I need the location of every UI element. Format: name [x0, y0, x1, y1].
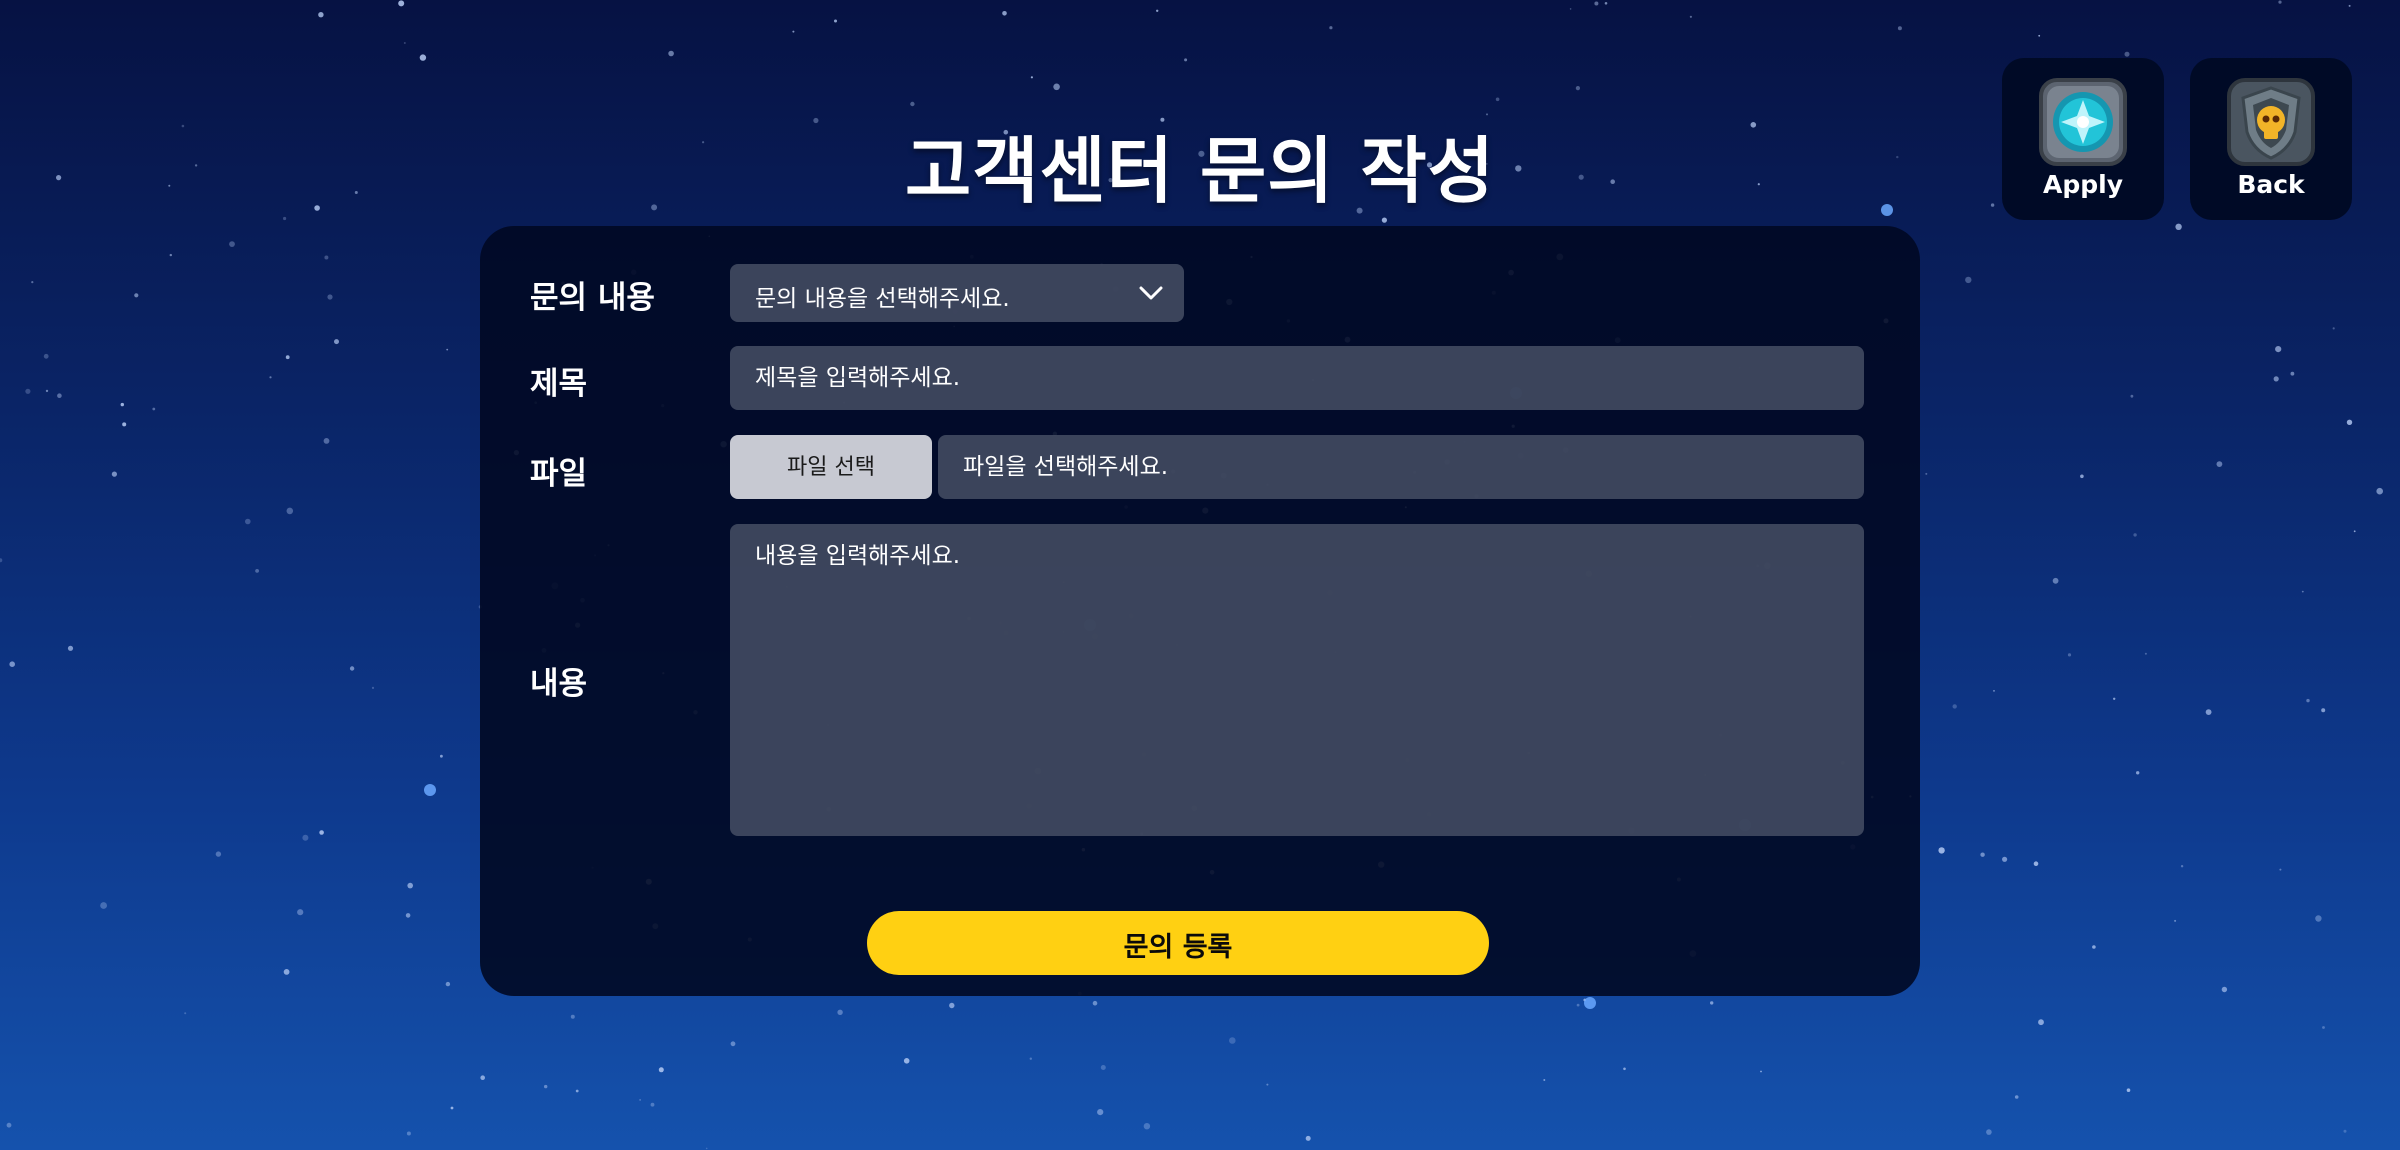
apply-button-label: Apply — [2042, 170, 2123, 199]
chevron-down-icon — [1139, 286, 1163, 300]
back-button-label: Back — [2237, 170, 2305, 199]
content-textarea[interactable] — [730, 524, 1864, 836]
subject-label: 제목 — [530, 366, 588, 402]
content-field-container — [730, 524, 1864, 836]
apply-button[interactable]: Apply — [2002, 58, 2164, 220]
back-button[interactable]: Back — [2190, 58, 2352, 220]
inquiry-type-select[interactable]: 문의 내용을 선택해주세요. — [730, 264, 1184, 322]
subject-input[interactable] — [730, 346, 1864, 410]
inquiry-type-label: 문의 내용 — [530, 280, 655, 316]
ice-crystal-badge-icon — [2039, 78, 2127, 166]
submit-inquiry-button[interactable]: 문의 등록 — [867, 911, 1489, 975]
subject-field-container — [730, 346, 1864, 410]
content-label: 내용 — [530, 666, 588, 702]
file-label: 파일 — [530, 456, 588, 492]
file-name-input[interactable] — [938, 435, 1864, 499]
file-select-button[interactable]: 파일 선택 — [730, 435, 932, 499]
file-name-field-container — [938, 435, 1864, 499]
inquiry-form-panel: 문의 내용 문의 내용을 선택해주세요. 제목 파일 파일 선택 내용 문의 등… — [480, 226, 1920, 996]
inquiry-type-selected-text: 문의 내용을 선택해주세요. — [755, 286, 1010, 312]
skull-shield-badge-icon — [2227, 78, 2315, 166]
